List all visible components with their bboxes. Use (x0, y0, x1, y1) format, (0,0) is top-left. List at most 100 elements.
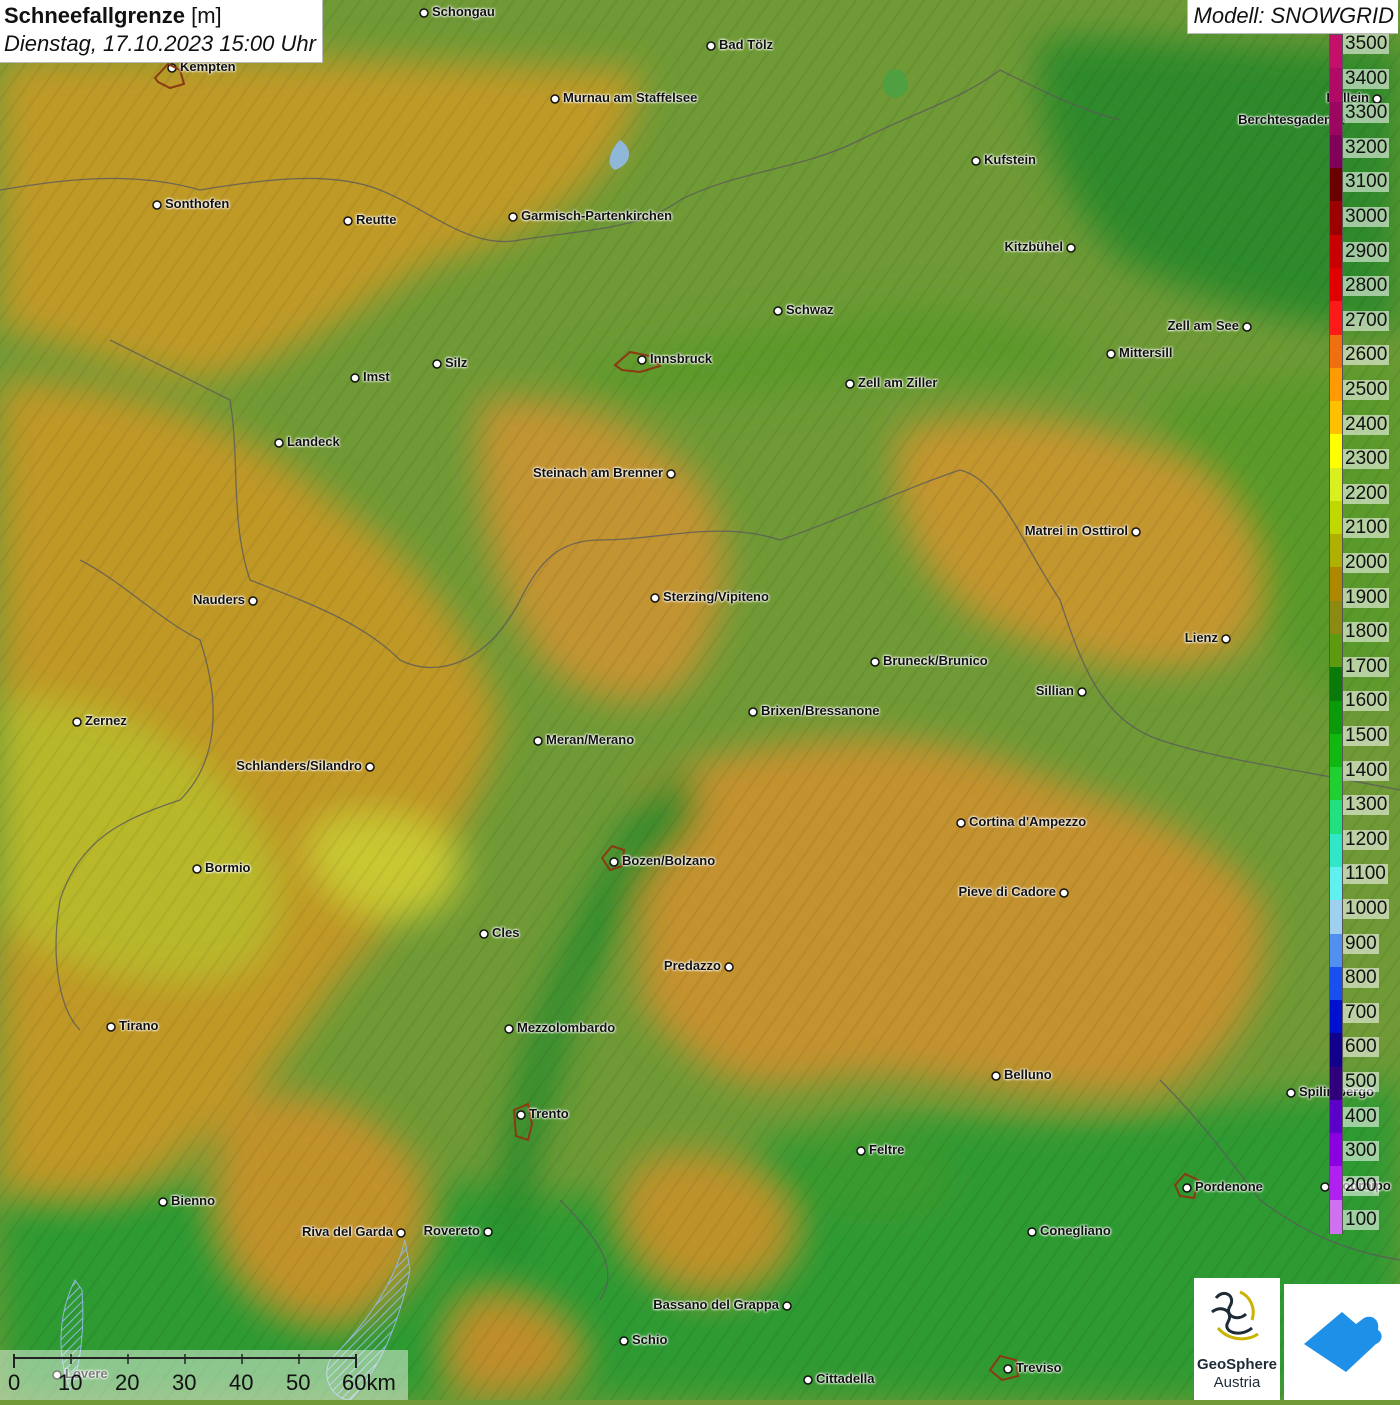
city-label[interactable]: Brixen/Bressanone (761, 703, 880, 718)
city-label[interactable]: Bozen/Bolzano (622, 853, 715, 868)
city-label[interactable]: Tirano (119, 1018, 159, 1033)
city-marker (956, 818, 966, 828)
legend-color-segment (1330, 767, 1342, 801)
legend-color-segment (1330, 1199, 1342, 1234)
city-label[interactable]: Zernez (85, 713, 127, 728)
city-label[interactable]: Kufstein (984, 152, 1036, 167)
legend-color-segment (1330, 833, 1342, 868)
city-label[interactable]: Schlanders/Silandro (236, 758, 362, 773)
city-label[interactable]: Feltre (869, 1142, 904, 1157)
city-label[interactable]: Mittersill (1119, 345, 1172, 360)
city-label[interactable]: Trento (529, 1106, 569, 1121)
legend-level-label: 200 (1343, 1174, 1379, 1196)
city-label[interactable]: Meran/Merano (546, 732, 634, 747)
city-marker (1320, 1182, 1330, 1192)
city-label[interactable]: Rovereto (424, 1223, 480, 1238)
city-label[interactable]: Riva del Garda (302, 1224, 393, 1239)
city-label[interactable]: Cortina d'Ampezzo (969, 814, 1086, 829)
city-label[interactable]: Nauders (193, 592, 245, 607)
city-label[interactable]: Sterzing/Vipiteno (663, 589, 769, 604)
legend-color-segment (1330, 35, 1342, 69)
city-marker (106, 1022, 116, 1032)
city-label[interactable]: Treviso (1016, 1360, 1062, 1375)
city-label[interactable]: Conegliano (1040, 1223, 1111, 1238)
legend-color-segment (1330, 401, 1342, 435)
city-label[interactable]: Kitzbühel (1005, 239, 1064, 254)
city-label[interactable]: Bienno (171, 1193, 215, 1208)
city-marker (432, 359, 442, 369)
city-label[interactable]: Lienz (1185, 630, 1218, 645)
city-label[interactable]: Sonthofen (165, 196, 229, 211)
city-marker (773, 306, 783, 316)
legend-level-label: 3300 (1343, 102, 1390, 124)
city-marker (483, 1227, 493, 1237)
city-label[interactable]: Steinach am Brenner (533, 465, 663, 480)
legend-color-segment (1330, 966, 1342, 1001)
city-label[interactable]: Bad Tölz (719, 37, 773, 52)
city-label[interactable]: Zell am Ziller (858, 375, 937, 390)
legend-level-label: 1500 (1343, 725, 1390, 746)
city-label[interactable]: Schio (632, 1332, 667, 1347)
legend-level-label: 2300 (1343, 448, 1390, 470)
city-marker (856, 1146, 866, 1156)
city-label[interactable]: Landeck (287, 434, 340, 449)
city-marker (158, 1197, 168, 1207)
city-label[interactable]: Predazzo (664, 958, 721, 973)
legend-color-segment (1330, 800, 1342, 835)
city-label[interactable]: Zell am See (1167, 318, 1239, 333)
city-label[interactable]: Pordenone (1195, 1179, 1263, 1194)
legend-color-segment (1330, 866, 1342, 901)
city-marker (1286, 1088, 1296, 1098)
city-label[interactable]: Bormio (205, 860, 251, 875)
city-label[interactable]: Berchtesgaden (1238, 112, 1332, 127)
city-label[interactable]: Silz (445, 355, 467, 370)
legend-level-label: 2200 (1343, 482, 1390, 504)
city-marker (870, 657, 880, 667)
city-marker (533, 736, 543, 746)
legend-color-segment (1330, 68, 1342, 103)
legend-color-segment (1330, 434, 1342, 469)
legend-level-label: 900 (1343, 932, 1379, 954)
scale-tick-label: 0 (8, 1370, 21, 1395)
city-label[interactable]: Reutte (356, 212, 396, 227)
legend-level-label: 2000 (1343, 552, 1390, 573)
legend-level-label: 3400 (1343, 67, 1390, 89)
geosphere-emblem-icon (1211, 1290, 1259, 1341)
legend-color-segment (1330, 301, 1342, 336)
city-label[interactable]: Murnau am Staffelsee (563, 90, 697, 105)
city-marker (650, 593, 660, 603)
legend-level-label: 2700 (1343, 309, 1390, 331)
legend-level-label: 700 (1343, 1001, 1379, 1023)
city-label[interactable]: Bruneck/Brunico (883, 653, 988, 668)
city-label[interactable]: Pieve di Cadore (958, 884, 1056, 899)
city-marker (637, 355, 647, 365)
title-text: Schneefallgrenze (4, 3, 185, 28)
map-title-box: Schneefallgrenze [m] Dienstag, 17.10.202… (0, 0, 323, 63)
city-label[interactable]: Matrei in Osttirol (1025, 523, 1128, 538)
city-label[interactable]: Cittadella (816, 1371, 875, 1386)
city-label[interactable]: Innsbruck (650, 351, 712, 366)
city-label[interactable]: Sillian (1036, 683, 1074, 698)
city-marker (1131, 527, 1141, 537)
city-label[interactable]: Imst (363, 369, 390, 384)
scale-tick-label: 10 (58, 1370, 83, 1395)
city-label[interactable]: Belluno (1004, 1067, 1052, 1082)
legend-level-label: 2400 (1343, 413, 1390, 435)
legend-level-label: 100 (1343, 1209, 1379, 1231)
legend-color-segment (1330, 201, 1342, 236)
city-label[interactable]: Mezzolombardo (517, 1020, 615, 1035)
legend-color-bar (1329, 34, 1343, 1234)
cloud-snow-app-icon[interactable] (1284, 1284, 1400, 1400)
legend-color-segment (1330, 634, 1342, 668)
geosphere-name: GeoSphere (1196, 1356, 1278, 1373)
city-marker (748, 707, 758, 717)
city-label[interactable]: Schwaz (786, 302, 834, 317)
geosphere-country: Austria (1213, 1374, 1261, 1391)
legend-level-label: 1800 (1343, 621, 1390, 643)
city-label[interactable]: Cles (492, 925, 519, 940)
city-label[interactable]: Garmisch-Partenkirchen (521, 208, 672, 223)
geosphere-logo[interactable]: GeoSphere Austria (1194, 1278, 1280, 1400)
city-label[interactable]: Schongau (432, 4, 495, 19)
city-label[interactable]: Bassano del Grappa (653, 1297, 779, 1312)
legend-level-label: 1900 (1343, 586, 1390, 608)
